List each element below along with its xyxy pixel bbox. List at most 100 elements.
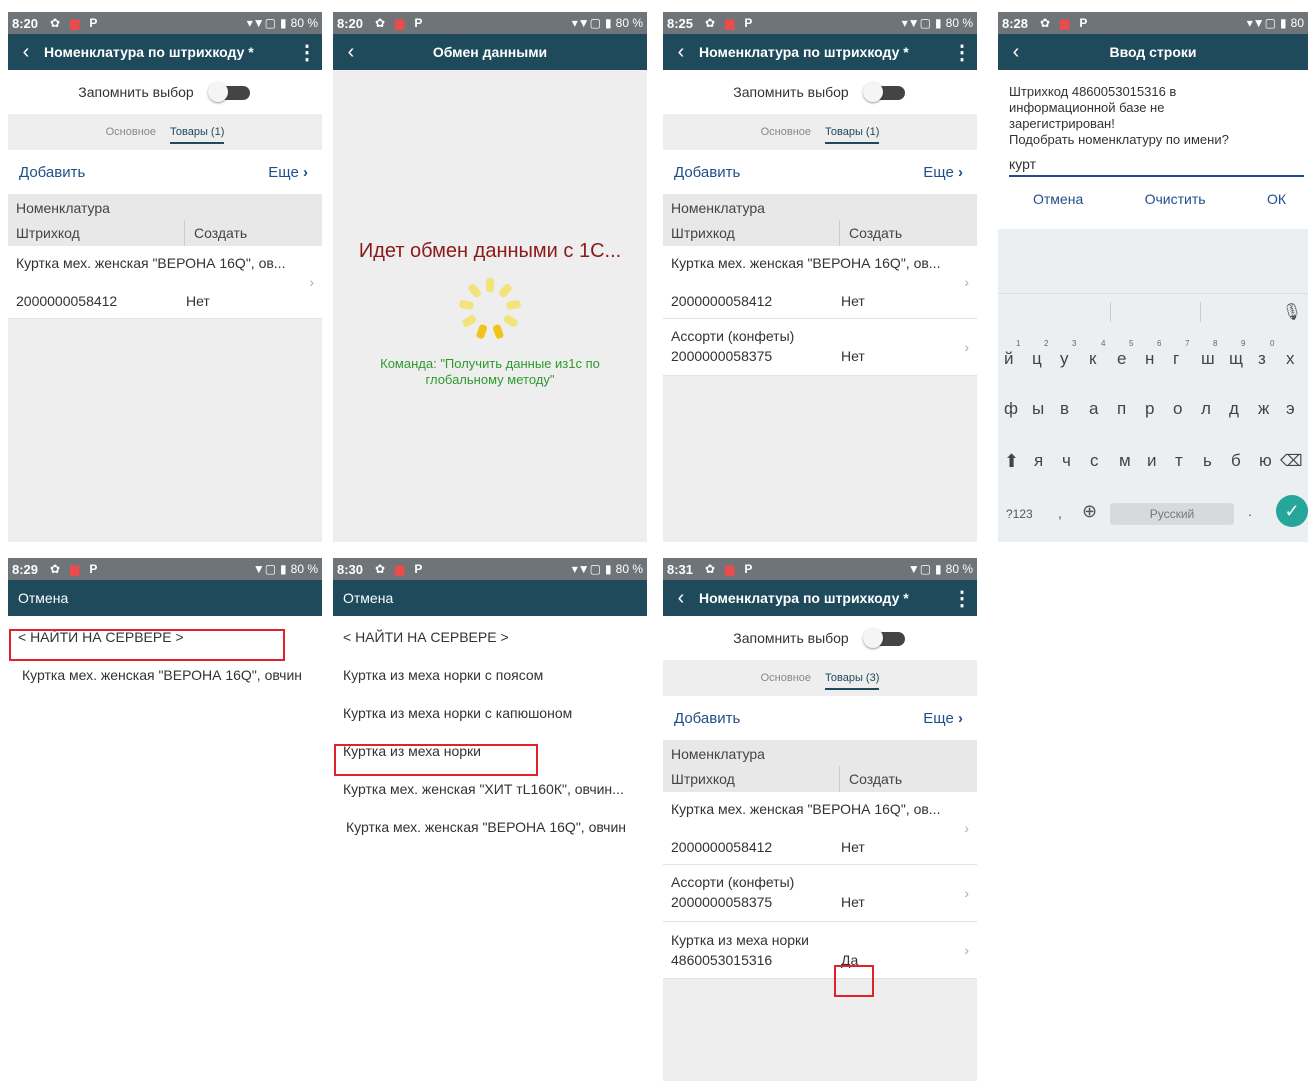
loading-spinner-icon — [459, 278, 521, 339]
table-row[interactable]: Ассорти (конфеты) 2000000058375 Нет › — [663, 319, 977, 376]
space-key[interactable]: Русский — [1110, 503, 1234, 525]
keyboard-key[interactable]: к — [1089, 349, 1096, 369]
app-bar: ‹ Ввод строки — [998, 34, 1308, 70]
symbols-key[interactable]: ?123 — [1006, 507, 1033, 521]
back-icon[interactable]: ‹ — [663, 587, 699, 610]
status-bar: 8:25 ✿ ▆ P ▾▼▢ ▮ 80 % — [663, 12, 977, 34]
chevron-right-icon: › — [964, 820, 969, 836]
keyboard-key[interactable]: л — [1201, 399, 1211, 419]
keyboard-key[interactable]: ц — [1032, 349, 1042, 369]
keyboard-key[interactable]: о — [1173, 399, 1182, 419]
microphone-icon[interactable]: 🎙 — [1282, 302, 1302, 322]
cancel-button[interactable]: Отмена — [18, 590, 68, 606]
tab-goods[interactable]: Товары (1) — [170, 126, 225, 144]
keyboard-key[interactable]: е — [1117, 349, 1126, 369]
keyboard-key[interactable]: з — [1258, 349, 1266, 369]
more-vert-icon[interactable]: ⋮ — [947, 40, 977, 65]
app-bar: ‹ Номенклатура по штрихкоду * ⋮ — [663, 34, 977, 70]
keyboard-key[interactable]: ь — [1203, 451, 1212, 471]
keyboard-key[interactable]: ч — [1062, 451, 1071, 471]
add-button[interactable]: Добавить — [19, 164, 85, 181]
keyboard-key[interactable]: щ — [1229, 349, 1243, 369]
tab-main[interactable]: Основное — [106, 126, 156, 138]
cancel-button[interactable]: Отмена — [343, 590, 393, 606]
add-button[interactable]: Добавить — [674, 710, 740, 727]
back-icon[interactable]: ‹ — [333, 41, 369, 64]
screen-input-dialog: 8:28 ✿ ▆ P ▾▼▢ ▮ 80 ‹ Ввод строки Штрихкод 4… — [998, 12, 1308, 542]
row-item-name: Ассорти (конфеты) — [671, 328, 795, 344]
remember-choice-row: Запомнить выбор — [8, 70, 322, 114]
table-row[interactable]: Куртка мех. женская "ВЕРОНА 16Q", ов... … — [663, 792, 977, 865]
back-icon[interactable]: ‹ — [8, 41, 44, 64]
keyboard-key[interactable]: й — [1004, 349, 1014, 369]
settings-icon: ✿ — [50, 16, 61, 30]
keyboard-key[interactable]: д — [1229, 399, 1239, 419]
table-row[interactable]: Куртка мех. женская "ВЕРОНА 16Q", ов... … — [8, 246, 322, 319]
table-row[interactable]: Куртка мех. женская "ВЕРОНА 16Q", ов... … — [663, 246, 977, 319]
page-title: Ввод строки — [1109, 44, 1197, 60]
keyboard-key[interactable]: н — [1145, 349, 1154, 369]
remember-choice-toggle[interactable] — [862, 82, 907, 102]
tab-goods[interactable]: Товары (1) — [825, 126, 880, 144]
table-row[interactable]: Ассорти (конфеты) 2000000058375 Нет › — [663, 865, 977, 922]
page-title: Номенклатура по штрихкоду * — [44, 44, 254, 60]
settings-icon: ✿ — [705, 16, 716, 30]
keyboard-key[interactable]: т — [1175, 451, 1183, 471]
keyboard-key[interactable]: э — [1286, 399, 1295, 419]
parking-icon: P — [414, 562, 423, 576]
backspace-key-icon[interactable]: ⌫ — [1280, 451, 1303, 471]
keyboard-key[interactable]: ф — [1004, 399, 1018, 419]
more-button[interactable]: Еще › — [268, 164, 308, 181]
more-vert-icon[interactable]: ⋮ — [292, 40, 322, 65]
keyboard-key[interactable]: у — [1060, 349, 1069, 369]
keyboard-key[interactable]: б — [1231, 451, 1241, 471]
table-row[interactable]: Куртка из меха норки 4860053015316 Да › — [663, 922, 977, 979]
keyboard-key[interactable]: п — [1117, 399, 1126, 419]
clear-button[interactable]: Очистить — [1145, 191, 1206, 207]
list-item[interactable]: Куртка из меха норки с поясом — [333, 656, 647, 694]
list-item[interactable]: Куртка из меха норки с капюшоном — [333, 694, 647, 732]
settings-icon: ✿ — [375, 562, 386, 576]
comma-key[interactable]: , — [1058, 505, 1062, 521]
row-create: Нет — [841, 348, 865, 364]
keyboard-key[interactable]: а — [1089, 399, 1098, 419]
highlight-box — [9, 629, 285, 661]
keyboard-key[interactable]: г — [1173, 349, 1179, 369]
notification-icon: ▆ — [70, 562, 80, 576]
keyboard-key[interactable]: м — [1119, 451, 1131, 471]
action-bar: Добавить Еще › — [663, 696, 977, 740]
keyboard-key[interactable]: р — [1145, 399, 1154, 419]
keyboard-key[interactable]: с — [1090, 451, 1099, 471]
text-input[interactable]: курт — [1009, 156, 1304, 177]
list-item[interactable]: Куртка мех. женская "ВЕРОНА 16Q", овчин — [333, 808, 647, 846]
keyboard-key[interactable]: ы — [1032, 399, 1044, 419]
remember-choice-toggle[interactable] — [862, 628, 907, 648]
back-icon[interactable]: ‹ — [998, 41, 1034, 64]
tab-bar: Основное Товары (3) — [663, 660, 977, 696]
ok-button[interactable]: ОК — [1267, 191, 1286, 207]
keyboard-key[interactable]: я — [1034, 451, 1043, 471]
remember-choice-toggle[interactable] — [207, 82, 252, 102]
tab-main[interactable]: Основное — [761, 126, 811, 138]
cancel-button[interactable]: Отмена — [1033, 191, 1083, 207]
shift-key-icon[interactable]: ⬆ — [1004, 451, 1019, 472]
back-icon[interactable]: ‹ — [663, 41, 699, 64]
tab-goods[interactable]: Товары (3) — [825, 672, 880, 690]
globe-icon[interactable]: ⊕ — [1082, 501, 1097, 522]
keyboard-key[interactable]: х — [1286, 349, 1295, 369]
more-button[interactable]: Еще › — [923, 164, 963, 181]
more-vert-icon[interactable]: ⋮ — [947, 586, 977, 611]
keyboard-key[interactable]: и — [1147, 451, 1157, 471]
tab-main[interactable]: Основное — [761, 672, 811, 684]
period-key[interactable]: . — [1248, 503, 1252, 519]
done-check-icon[interactable]: ✓ — [1276, 495, 1308, 527]
keyboard-key[interactable]: в — [1060, 399, 1069, 419]
more-button[interactable]: Еще › — [923, 710, 963, 727]
find-on-server-item[interactable]: < НАЙТИ НА СЕРВЕРЕ > — [333, 618, 647, 656]
keyboard-key[interactable]: ю — [1259, 451, 1272, 471]
row-barcode: 2000000058412 — [671, 839, 773, 855]
keyboard-key[interactable]: ш — [1201, 349, 1215, 369]
keyboard-key[interactable]: ж — [1258, 399, 1269, 419]
list-item[interactable]: Куртка мех. женская "ВЕРОНА 16Q", овчин — [8, 656, 322, 694]
add-button[interactable]: Добавить — [674, 164, 740, 181]
